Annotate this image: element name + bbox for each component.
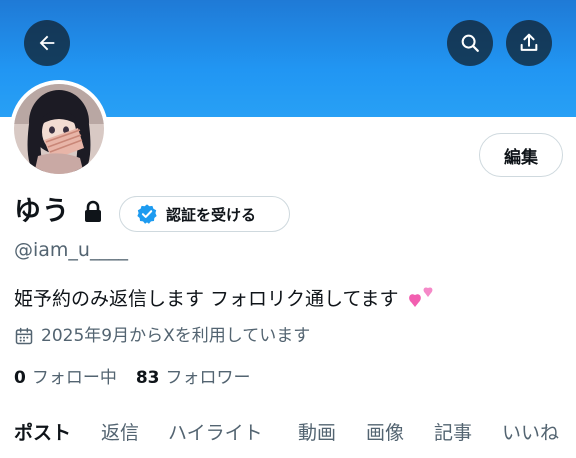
two-hearts-icon xyxy=(408,287,433,307)
bio: 姫予約のみ返信します フォロリク通してます xyxy=(14,285,435,312)
following-label: フォロー中 xyxy=(31,368,117,388)
bio-text: 姫予約のみ返信します フォロリク通してます xyxy=(14,288,399,310)
tab-videos[interactable]: 動画 xyxy=(298,420,336,446)
tab-highlights[interactable]: ハイライト xyxy=(168,420,263,446)
tab-posts[interactable]: ポスト xyxy=(14,420,71,446)
tab-articles[interactable]: 記事 xyxy=(434,420,472,446)
share-button[interactable] xyxy=(506,20,552,66)
arrow-left-icon xyxy=(39,35,55,51)
followers-count: 83 xyxy=(135,368,160,388)
back-button[interactable] xyxy=(24,20,70,66)
search-icon xyxy=(461,34,479,52)
profile-tabs: ポスト 返信 ハイライト 動画 画像 記事 いいね xyxy=(0,412,576,458)
avatar[interactable] xyxy=(10,80,108,178)
user-handle: @iam_u____ xyxy=(14,239,128,261)
following-link[interactable]: 0 フォロー中 xyxy=(14,367,117,389)
share-upload-icon xyxy=(520,33,538,51)
tab-likes[interactable]: いいね xyxy=(502,420,559,446)
search-button[interactable] xyxy=(447,20,493,66)
get-verified-button[interactable]: 認証を受ける xyxy=(119,196,290,232)
get-verified-label: 認証を受ける xyxy=(166,205,257,224)
edit-profile-button[interactable]: 編集 xyxy=(479,133,563,177)
calendar-icon xyxy=(15,327,33,345)
display-name: ゆう xyxy=(14,196,70,227)
join-date-text: 2025年9月からXを利用しています xyxy=(41,326,311,346)
followers-label: フォロワー xyxy=(165,368,251,388)
verified-badge-icon xyxy=(137,204,157,224)
edit-profile-label: 編集 xyxy=(504,147,538,168)
followers-link[interactable]: 83 フォロワー xyxy=(136,367,251,389)
avatar-image xyxy=(14,84,104,174)
tab-replies[interactable]: 返信 xyxy=(101,420,139,446)
follow-stats: 0 フォロー中 83 フォロワー xyxy=(14,367,251,389)
join-date: 2025年9月からXを利用しています xyxy=(14,325,310,347)
lock-icon xyxy=(85,200,101,222)
following-count: 0 xyxy=(14,368,26,388)
tab-media[interactable]: 画像 xyxy=(366,420,404,446)
